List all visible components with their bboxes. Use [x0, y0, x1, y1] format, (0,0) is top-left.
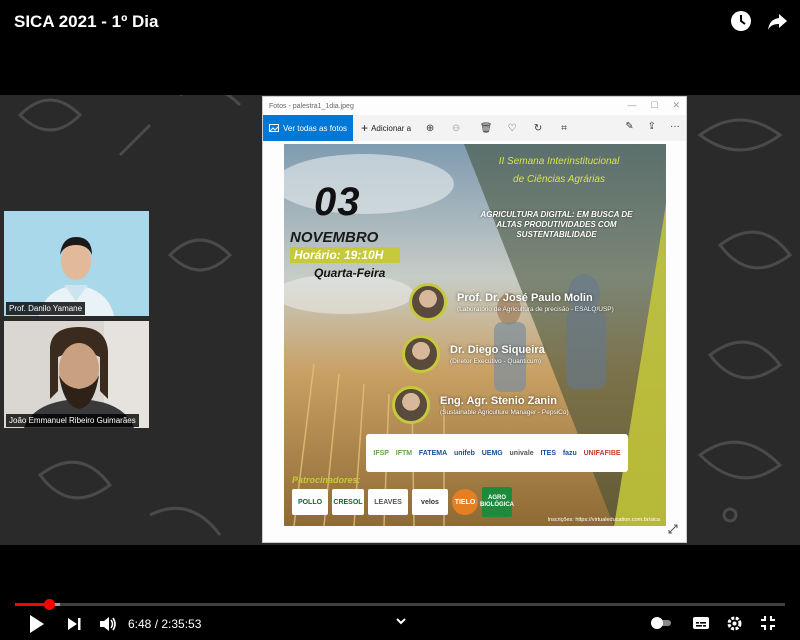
video-title: SICA 2021 - 1º Dia: [14, 12, 159, 31]
theme-line-2: ALTAS PRODUTIVIDADES COM: [496, 220, 617, 229]
logo-unifafibe: UNIFAFIBE: [583, 449, 621, 457]
zoom-out-icon[interactable]: ⊖: [449, 121, 463, 135]
share-icon[interactable]: [766, 10, 788, 32]
logo-iftm: IFTM: [395, 449, 413, 457]
player-controls: 6:48 / 2:35:53: [0, 610, 800, 640]
speaker-1: Prof. Dr. José Paulo Molin (Laboratório …: [409, 283, 614, 321]
subtitles-icon[interactable]: [692, 616, 710, 630]
speaker-1-role: (Laboratório de Agricultura de precisão …: [457, 305, 614, 313]
participant-tile-2: João Emmanuel Ribeiro Guimarães: [4, 321, 149, 428]
theme-line-3: SUSTENTABILIDADE: [516, 230, 597, 239]
chevron-down-icon[interactable]: [394, 614, 408, 628]
plus-icon: +: [361, 121, 369, 135]
logo-uemg: UEMG: [481, 449, 503, 457]
sponsor-pollo: POLLO: [292, 489, 328, 515]
logo-unifeb: unifeb: [453, 449, 475, 457]
sponsor-leaves: LEAVES: [368, 489, 408, 515]
photos-titlebar: Fotos - palestra1_1dia.jpeg — ☐ ✕: [263, 97, 686, 115]
photos-window-title: Fotos - palestra1_1dia.jpeg: [269, 102, 354, 110]
speaker-3-role: (Sustainable Agriculture Manager - Pepsi…: [440, 408, 569, 416]
speaker-2: Dr. Diego Siqueira (Diretor Executivo - …: [402, 335, 545, 373]
rotate-icon[interactable]: ↻: [531, 121, 545, 135]
time-display: 6:48 / 2:35:53: [128, 617, 202, 631]
zoom-in-icon[interactable]: ⊕: [423, 121, 437, 135]
add-to-button[interactable]: + Adicionar a: [361, 121, 411, 135]
autoplay-toggle-icon[interactable]: [650, 616, 672, 630]
speaker-2-photo: [402, 335, 440, 373]
speaker-3-name: Eng. Agr. Stenio Zanin: [440, 394, 557, 407]
watch-later-icon[interactable]: [730, 10, 752, 32]
delete-icon[interactable]: 🗑: [479, 121, 493, 135]
crop-icon[interactable]: ⌗: [557, 121, 571, 135]
sponsor-agro-biologica: AGRO BIOLÓGICA: [480, 487, 514, 517]
edit-icon[interactable]: ✎: [625, 121, 633, 132]
exit-fullscreen-icon[interactable]: [760, 615, 776, 631]
close-icon[interactable]: ✕: [672, 100, 680, 111]
poster-month: NOVEMBRO: [290, 229, 379, 246]
participant-name-2: João Emmanuel Ribeiro Guimarães: [6, 414, 139, 427]
progress-bar[interactable]: [15, 599, 785, 610]
photos-app-window: Fotos - palestra1_1dia.jpeg — ☐ ✕ Ver to…: [262, 96, 687, 543]
add-to-label: Adicionar a: [371, 123, 412, 133]
logo-univale: univale: [509, 449, 534, 457]
logo-fatema: FATEMA: [418, 449, 448, 457]
poster-footer: Inscrições: https://virtualeducation.com…: [547, 517, 661, 523]
logo-ifsp: IFSP: [373, 449, 389, 457]
sponsor-tielo: TIELO: [452, 489, 478, 515]
play-icon[interactable]: [28, 614, 46, 634]
participant-tile-1: Prof. Danilo Yamane: [4, 211, 149, 316]
speaker-1-name: Prof. Dr. José Paulo Molin: [457, 291, 593, 304]
sponsor-logos: POLLO CRESOL LEAVES velos TIELO AGRO BIO…: [292, 487, 514, 517]
share-photo-icon[interactable]: ⇪: [648, 121, 656, 132]
progress-scrubber-handle[interactable]: [43, 599, 55, 610]
see-all-photos-label: Ver todas as fotos: [283, 123, 348, 133]
speaker-2-name: Dr. Diego Siqueira: [450, 343, 545, 356]
favorite-icon[interactable]: ♡: [505, 121, 519, 135]
speaker-1-photo: [409, 283, 447, 321]
participant-video-1: [4, 211, 149, 316]
event-name-line1: II Semana Interinstitucional: [498, 156, 620, 167]
theme-line-1: AGRICULTURA DIGITAL: EM BUSCA DE: [480, 210, 633, 219]
logo-fazu: fazu: [562, 449, 577, 457]
photos-toolbar: Ver todas as fotos + Adicionar a ⊕ ⊖ 🗑 ♡…: [263, 115, 686, 141]
institution-logos: IFSP IFTM FATEMA unifeb UEMG univale ITE…: [366, 434, 628, 472]
poster-time: Horário: 19:10H: [290, 247, 400, 263]
window-controls: — ☐ ✕: [627, 100, 680, 111]
volume-icon[interactable]: [99, 616, 117, 632]
image-icon: [269, 124, 279, 132]
poster-weekday: Quarta-Feira: [314, 266, 386, 280]
participant-name-1: Prof. Danilo Yamane: [6, 302, 86, 315]
sponsor-velos: velos: [412, 489, 448, 515]
speaker-2-role: (Diretor Executivo - Quanticum): [450, 357, 542, 365]
participant-video-2: [4, 321, 149, 428]
sponsor-cresol: CRESOL: [332, 489, 364, 515]
poster-theme: AGRICULTURA DIGITAL: EM BUSCA DE ALTAS P…: [454, 210, 659, 240]
event-name-line2: de Ciências Agrárias: [513, 174, 605, 185]
maximize-icon[interactable]: ☐: [650, 100, 658, 111]
poster-day: 03: [314, 180, 361, 224]
see-all-photos-button[interactable]: Ver todas as fotos: [263, 115, 354, 141]
speaker-3-photo: [392, 386, 430, 424]
logo-ites: ITES: [540, 449, 557, 457]
settings-gear-icon[interactable]: [726, 615, 743, 632]
event-poster: II Semana Interinstitucional de Ciências…: [284, 144, 666, 526]
speaker-3: Eng. Agr. Stenio Zanin (Sustainable Agri…: [392, 386, 569, 424]
toolbar-right: ✎ ⇪ ···: [625, 121, 680, 132]
next-icon[interactable]: [66, 616, 82, 632]
top-actions: [730, 10, 788, 32]
expand-icon[interactable]: [668, 524, 678, 534]
video-player[interactable]: Prof. Danilo Yamane João Emmanuel Ribeir…: [0, 95, 800, 545]
more-icon[interactable]: ···: [670, 121, 680, 132]
minimize-icon[interactable]: —: [627, 100, 636, 111]
sponsors-label: Patrocinadores:: [292, 475, 361, 485]
